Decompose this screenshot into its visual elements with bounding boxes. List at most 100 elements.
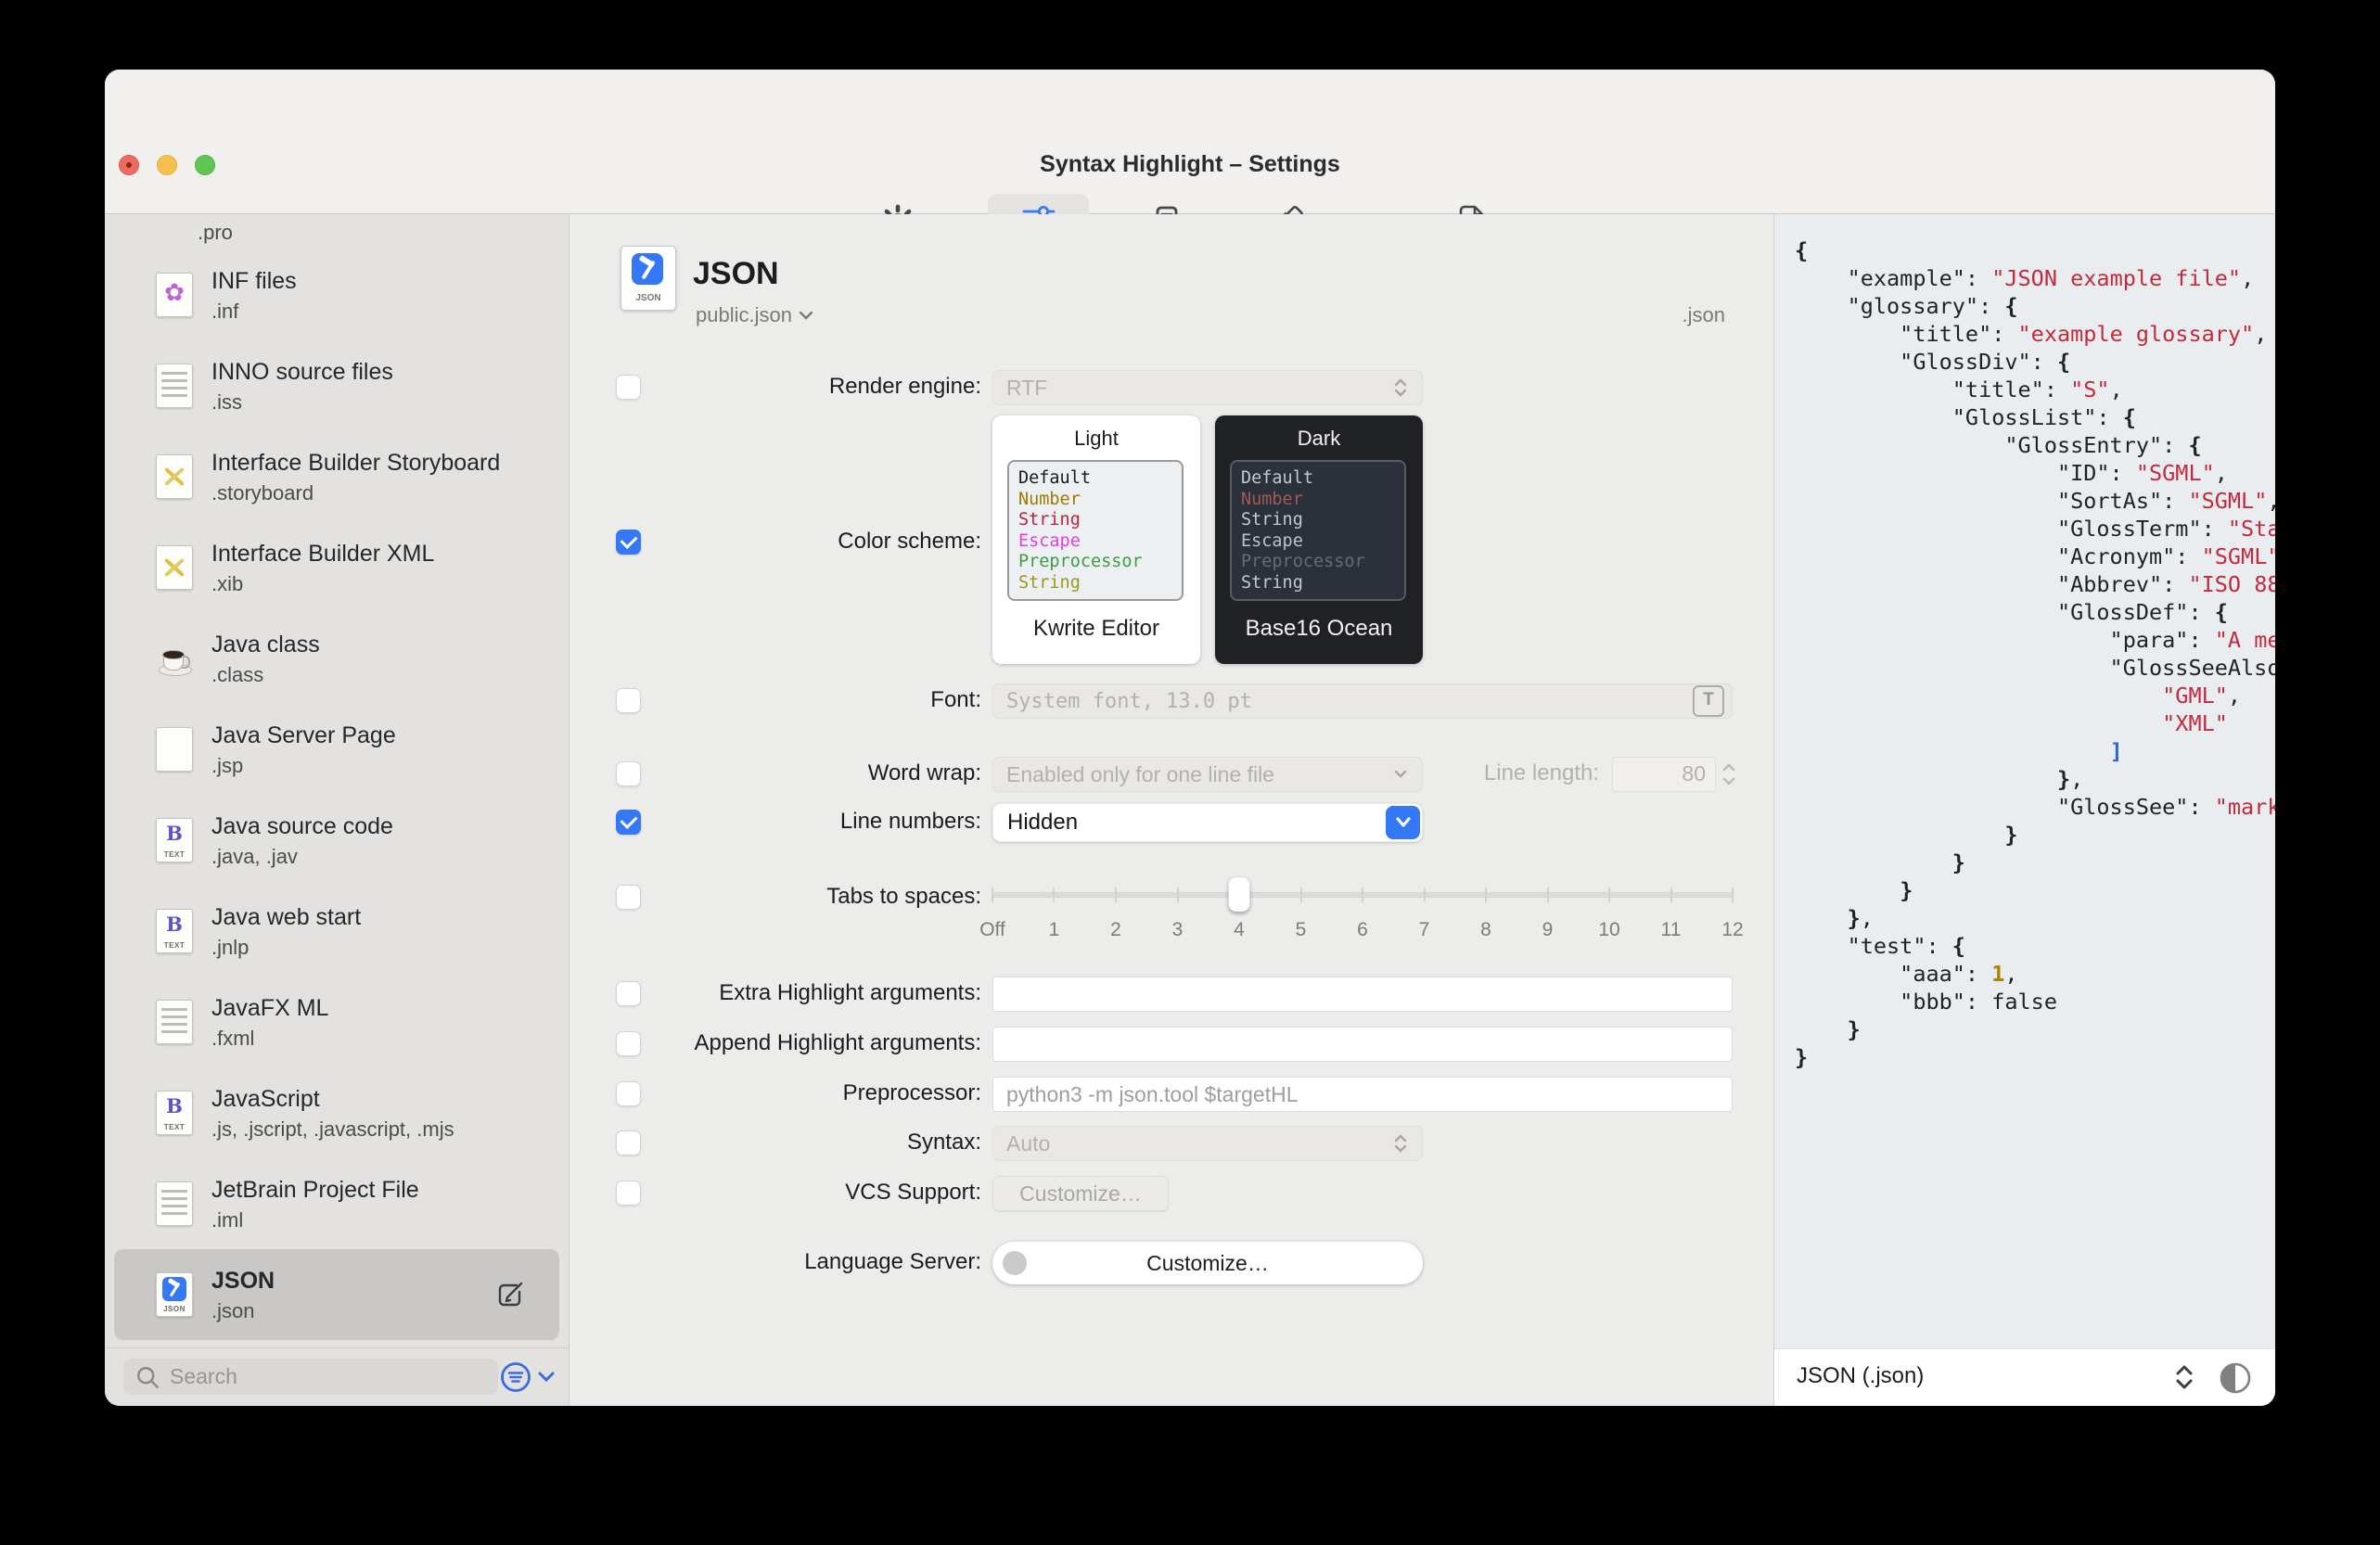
- uti-dropdown[interactable]: public.json: [696, 303, 814, 327]
- syntax-select[interactable]: Auto: [992, 1126, 1423, 1161]
- code-line: "GlossSee": "markup": [1795, 794, 2275, 820]
- title-bar: Syntax Highlight – Settings General: [105, 70, 2275, 276]
- line-numbers-label: Line numbers:: [839, 809, 981, 834]
- code-line: "title": "example glossary",: [1795, 321, 2268, 347]
- slider-tick: [1670, 887, 1672, 902]
- slider-tick: [1484, 887, 1487, 902]
- scheme-row-string: String: [1018, 572, 1081, 593]
- slider-tick-label: 5: [1295, 919, 1307, 940]
- line-numbers-select[interactable]: Hidden: [992, 803, 1423, 842]
- format-extensions: .java, .jav: [211, 844, 298, 868]
- language-server-customize-button[interactable]: Customize…: [992, 1242, 1423, 1284]
- sidebar-item-java-web-start[interactable]: B TEXT Java web start .jnlp: [114, 886, 559, 977]
- java-logo-icon: B: [166, 913, 183, 936]
- dark-scheme-preview: Default Number String Escape Preprocessor Str…: [1230, 460, 1406, 601]
- sidebar-item-inf-files[interactable]: ✿ INF files .inf: [114, 249, 559, 340]
- vcs-customize-button[interactable]: Customize…: [992, 1176, 1169, 1211]
- format-name: Java source code: [211, 812, 393, 839]
- sidebar-item-java-source-code[interactable]: B TEXT Java source code .java, .jav: [114, 795, 559, 886]
- slider-thumb[interactable]: [1228, 877, 1250, 912]
- file-type-icon: [156, 636, 193, 681]
- sidebar-item-inno-source-files[interactable]: INNO source files .iss: [114, 340, 559, 431]
- extra-arguments-input[interactable]: [992, 977, 1733, 1012]
- sidebar-item-interface-builder-storyboard[interactable]: Interface Builder Storyboard .storyboard: [114, 431, 559, 522]
- font-panel-icon[interactable]: T: [1693, 685, 1724, 717]
- sidebar-item-interface-builder-xml[interactable]: Interface Builder XML .xib: [114, 522, 559, 613]
- dark-scheme-card[interactable]: Dark Default Number String Escape Preprocess…: [1215, 415, 1423, 664]
- status-dot: [1003, 1251, 1027, 1275]
- slider-tick-label: Off: [979, 919, 1005, 940]
- scheme-row-string: String: [1241, 510, 1303, 530]
- format-extensions: .iss: [211, 389, 242, 414]
- popup-button[interactable]: [1386, 806, 1420, 839]
- color-scheme-label: Color scheme:: [838, 529, 981, 554]
- stepper-up-icon: [1722, 763, 1735, 772]
- slider-tick: [1176, 887, 1179, 902]
- slider-tick-label: 8: [1480, 919, 1491, 940]
- format-list: .pro ✿ INF files .inf INNO source files .iss…: [105, 214, 569, 1348]
- code-line: "GlossTerm": "Standard Generalized Marku…: [1795, 516, 2275, 542]
- list-item-partial-ext[interactable]: .pro: [105, 214, 569, 249]
- line-length-field[interactable]: 80: [1612, 757, 1716, 792]
- code-line: }: [1900, 877, 1913, 903]
- append-arguments-label: Append Highlight arguments:: [694, 1030, 981, 1055]
- file-type-icon: [156, 727, 193, 772]
- code-line: "GlossSeeAlso": [: [1795, 655, 2275, 681]
- slider-tick: [1053, 887, 1056, 902]
- code-line: ]: [2109, 738, 2123, 764]
- scheme-row-number: Number: [1018, 489, 1081, 509]
- preprocessor-input[interactable]: python3 -m json.tool $targetHL: [992, 1077, 1733, 1112]
- slider-tick: [1114, 887, 1117, 902]
- tabs-to-spaces-label: Tabs to spaces:: [826, 884, 981, 909]
- code-line: "GlossDef": {: [1795, 599, 2228, 625]
- word-wrap-select[interactable]: Enabled only for one line file: [992, 757, 1423, 792]
- tabs-to-spaces-slider[interactable]: Off 1 2 3 4 5 6 7 8 9 10 11 12: [979, 863, 1744, 949]
- file-type-icon: ✿: [156, 273, 193, 317]
- sidebar-item-jetbrain-project-file[interactable]: JetBrain Project File .iml: [114, 1158, 559, 1249]
- flower-icon: ✿: [164, 278, 185, 306]
- code-line: "para": "A meta-markup language, used to…: [1795, 627, 2275, 653]
- code-line: "Acronym": "SGML",: [1795, 543, 2275, 569]
- append-arguments-input[interactable]: [992, 1027, 1733, 1062]
- slider-tick-label: 12: [1721, 919, 1744, 940]
- file-type-icon: B TEXT: [156, 818, 193, 862]
- sidebar-item-json[interactable]: JSON JSON .json: [114, 1249, 559, 1340]
- json-format-icon: JSON: [621, 246, 676, 311]
- render-engine-select[interactable]: RTF: [992, 370, 1423, 405]
- word-wrap-label: Word wrap:: [867, 760, 981, 785]
- light-scheme-card[interactable]: Light Default Number String Escape Preproces…: [992, 415, 1200, 664]
- appearance-toggle[interactable]: [2218, 1360, 2253, 1400]
- slider-tick: [1546, 887, 1549, 902]
- text-lines-icon: [161, 1008, 187, 1038]
- updown-chevron-icon: [1394, 378, 1407, 397]
- java-logo-icon: B: [166, 1094, 183, 1117]
- sidebar-item-javascript[interactable]: B TEXT JavaScript .js, .jscript, .javascrip…: [114, 1067, 559, 1158]
- format-name: JetBrain Project File: [211, 1176, 419, 1203]
- preview-format-selector[interactable]: JSON (.json): [1797, 1363, 1924, 1389]
- filter-lines-icon: [501, 1362, 531, 1392]
- language-server-label: Language Server:: [804, 1249, 981, 1274]
- line-length-stepper[interactable]: [1721, 757, 1740, 792]
- format-name: Java class: [211, 631, 320, 658]
- preprocessor-label: Preprocessor:: [842, 1080, 981, 1105]
- syntax-label: Syntax:: [906, 1130, 981, 1155]
- font-field[interactable]: System font, 13.0 pt T: [992, 683, 1733, 719]
- scheme-row-escape: Escape: [1241, 530, 1303, 551]
- search-input[interactable]: Search: [123, 1359, 498, 1395]
- sidebar-item-java-server-page[interactable]: Java Server Page .jsp: [114, 704, 559, 795]
- slider-tick-label: 9: [1542, 919, 1554, 940]
- sidebar-item-javafx-ml[interactable]: JavaFX ML .fxml: [114, 977, 559, 1067]
- contrast-icon: [2220, 1362, 2251, 1394]
- code-line: "GML",: [1795, 683, 2242, 709]
- sidebar-item-java-class[interactable]: Java class .class: [114, 613, 559, 704]
- slider-tick: [992, 887, 993, 902]
- json-hammer-icon: [162, 1277, 186, 1301]
- code-preview-panel: { "example": "JSON example file", "gloss…: [1773, 214, 2275, 1406]
- format-name: Java Server Page: [211, 721, 396, 748]
- code-line: "example": "JSON example file",: [1795, 265, 2255, 291]
- file-type-icon: [156, 545, 193, 590]
- code-line: {: [1795, 237, 1809, 263]
- filter-menu-button[interactable]: [498, 1360, 556, 1395]
- edit-icon[interactable]: [494, 1279, 526, 1310]
- format-stepper[interactable]: [2171, 1360, 2197, 1398]
